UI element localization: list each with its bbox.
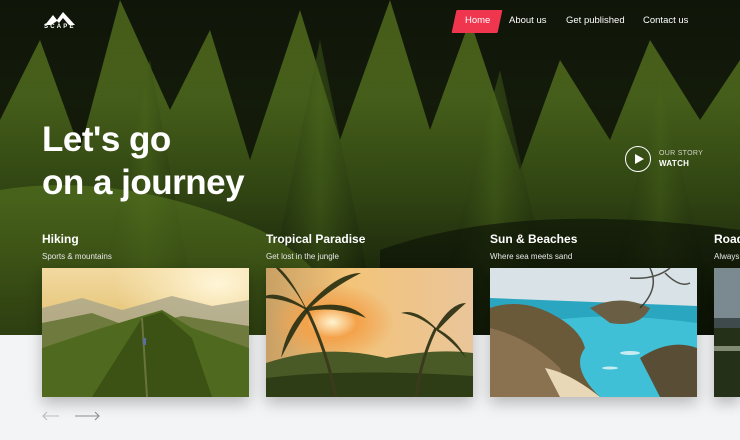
card-subtitle: Sports & mountains xyxy=(42,252,112,261)
card-subtitle: Always xyxy=(714,252,740,261)
logo-text[interactable]: SCAPE xyxy=(44,24,76,30)
headline-line-2: on a journey xyxy=(42,163,245,202)
watch-link[interactable]: WATCH xyxy=(659,159,689,168)
hero-headline: Let's go on a journey xyxy=(42,118,245,204)
destination-card-hiking[interactable]: Hiking Sports & mountains xyxy=(42,232,249,397)
nav-item-home[interactable]: Home xyxy=(465,15,490,26)
card-image-hiking[interactable] xyxy=(42,268,249,397)
destination-card-beaches[interactable]: Sun & Beaches Where sea meets sand xyxy=(490,232,697,397)
arrow-right-icon[interactable] xyxy=(74,411,100,421)
nav-item-about[interactable]: About us xyxy=(509,15,547,26)
card-image-road[interactable] xyxy=(714,268,740,397)
card-title: Hiking xyxy=(42,232,79,246)
card-subtitle: Where sea meets sand xyxy=(490,252,573,261)
destination-card-tropical[interactable]: Tropical Paradise Get lost in the jungle xyxy=(266,232,473,397)
arrow-left-icon[interactable] xyxy=(42,411,60,421)
story-label: OUR STORY xyxy=(659,150,704,157)
card-title: Sun & Beaches xyxy=(490,232,578,246)
headline-line-1: Let's go xyxy=(42,120,171,159)
destination-card-road[interactable]: Road Always xyxy=(714,232,740,397)
nav-item-get-published[interactable]: Get published xyxy=(566,15,625,26)
card-subtitle: Get lost in the jungle xyxy=(266,252,339,261)
nav-item-contact[interactable]: Contact us xyxy=(643,15,688,26)
card-image-tropical[interactable] xyxy=(266,268,473,397)
play-icon[interactable] xyxy=(625,146,651,172)
card-image-beaches[interactable] xyxy=(490,268,697,397)
card-title: Tropical Paradise xyxy=(266,232,366,246)
card-title: Road xyxy=(714,232,740,246)
